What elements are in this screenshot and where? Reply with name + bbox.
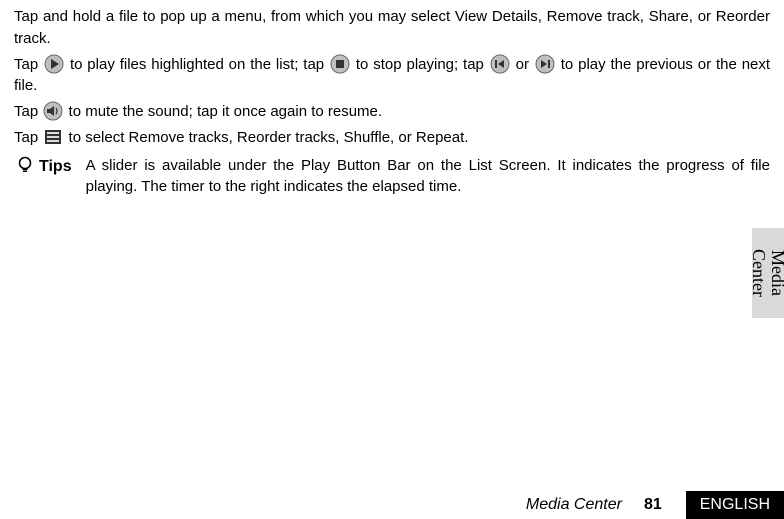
tips-label-text: Tips (39, 155, 72, 178)
footer-section: Media Center (526, 491, 644, 519)
p3a-text: Tap (14, 103, 38, 120)
paragraph-1: Tap and hold a file to pop up a menu, fr… (14, 6, 770, 50)
lightbulb-icon (15, 155, 35, 175)
tips-label: Tips (14, 155, 72, 178)
tips-body: A slider is available under the Play But… (86, 155, 770, 199)
p3b-text: to mute the sound; tap it once again to … (69, 103, 383, 120)
paragraph-4: Tap to select Remove tracks, Reorder tra… (14, 127, 770, 149)
footer-language: ENGLISH (686, 491, 784, 519)
stop-icon (330, 54, 350, 74)
p1-text: Tap and hold a file to pop up a menu, fr… (14, 8, 770, 47)
p4a-text: Tap (14, 129, 38, 146)
side-tab: Media Center (752, 228, 784, 318)
p4b-text: to select Remove tracks, Reorder tracks,… (69, 129, 469, 146)
page-footer: Media Center 81 ENGLISH (0, 491, 784, 519)
paragraph-3: Tap to mute the sound; tap it once again… (14, 101, 770, 123)
p2d-text: or (516, 56, 529, 73)
previous-icon (490, 54, 510, 74)
footer-page-number: 81 (644, 491, 686, 519)
tips-row: Tips A slider is available under the Pla… (14, 155, 770, 199)
menu-list-icon (43, 127, 63, 147)
play-icon (44, 54, 64, 74)
p2a-text: Tap (14, 56, 38, 73)
paragraph-2: Tap to play files highlighted on the lis… (14, 54, 770, 98)
mute-icon (43, 101, 63, 121)
next-icon (535, 54, 555, 74)
p2b-text: to play files highlighted on the list; t… (70, 56, 324, 73)
side-tab-text: Media Center (749, 228, 784, 318)
p2c-text: to stop playing; tap (356, 56, 484, 73)
